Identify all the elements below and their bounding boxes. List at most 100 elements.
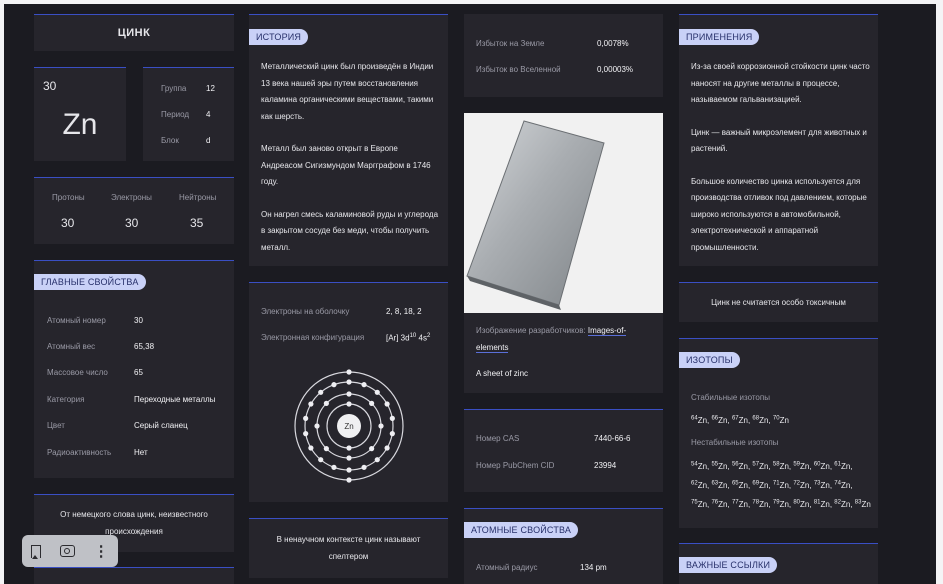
prop-label: Атомный номер (47, 316, 106, 325)
lens-icon[interactable] (59, 545, 75, 557)
position-card: Группа 12 Период 4 Блок d (143, 67, 234, 161)
config-label: Электронная конфигурация (261, 333, 365, 342)
electron-dot (346, 379, 352, 385)
electron-dot (389, 431, 395, 437)
electron-dot (323, 400, 329, 406)
atomic-radius-value: 134 pm (580, 563, 607, 572)
isotopes-card: ИЗОТОПЫ Стабильные изотопы 64Zn, 66Zn, 6… (679, 338, 878, 528)
uses-title: ПРИМЕНЕНИЯ (679, 29, 760, 45)
abundance-card: Избыток на Земле 0,0078% Избыток во Всел… (464, 14, 663, 97)
etymology-text: От немецкого слова цинк, неизвестного пр… (60, 510, 208, 536)
spelter-text: В ненаучном контексте цинк называют спел… (276, 535, 421, 561)
electron-dot (308, 401, 314, 407)
electron-dot (346, 455, 352, 461)
electron-dot (308, 445, 314, 451)
unstable-isotopes-list: 54Zn, 55Zn, 56Zn, 57Zn, 58Zn, 59Zn, 60Zn… (691, 456, 871, 513)
more-vertical-icon[interactable]: ⋮ (94, 544, 109, 559)
isotope: 55Zn, (711, 461, 732, 471)
isotope: 61Zn, (834, 461, 853, 471)
element-name-card: ЦИНК (34, 14, 234, 51)
electron-dot (389, 415, 395, 421)
electron-dot (369, 400, 375, 406)
prop-value: 65,38 (134, 342, 155, 351)
electron-dot (346, 477, 352, 483)
isotope: 71Zn, (772, 480, 794, 490)
bohr-model: Zn (294, 369, 404, 483)
isotope: 67Zn, (731, 415, 753, 425)
electron-dot (318, 457, 324, 463)
history-card: ИСТОРИЯ Металлический цинк был произведё… (249, 14, 448, 266)
electron-dot (303, 431, 309, 437)
pubchem-label: Номер PubChem CID (476, 461, 555, 470)
element-name: ЦИНК (117, 27, 151, 39)
stable-isotopes-list: 64Zn, 66Zn, 67Zn, 68Zn, 70Zn (691, 410, 871, 429)
prop-value: Нет (134, 448, 148, 457)
period-value: 4 (206, 110, 211, 119)
isotope: 64Zn, (691, 415, 712, 425)
particles-card: Протоны Электроны Нейтроны 30 30 35 (34, 177, 234, 244)
electron-dot (346, 391, 352, 397)
uses-paragraph: Большое количество цинка используется дл… (691, 176, 867, 252)
isotope: 65Zn, (731, 480, 753, 490)
isotope: 62Zn, (691, 480, 712, 490)
isotope: 81Zn, (813, 499, 835, 509)
isotope: 66Zn, (711, 415, 732, 425)
bookmark-icon[interactable] (31, 544, 42, 559)
earth-label: Избыток на Земле (476, 39, 545, 48)
electron-dot (374, 457, 380, 463)
electron-dot (346, 369, 352, 375)
isotope: 80Zn, (793, 499, 814, 509)
main-properties-card: ГЛАВНЫЕ СВОЙСТВА Атомный номер 30 Атомны… (34, 260, 234, 478)
toxicity-text: Цинк не считается особо токсичным (711, 298, 846, 307)
zinc-photo (464, 113, 663, 313)
shells-value: 2, 8, 18, 2 (386, 307, 422, 316)
electron-dot (361, 382, 367, 388)
electron-dot (369, 446, 375, 452)
isotope: 63Zn, (711, 480, 732, 490)
stable-isotopes-label: Стабильные изотопы (691, 393, 770, 402)
config-value: [Ar] 3d10 4s2 (386, 333, 431, 343)
image-credit: Изображение разработчиков: Images-of-ele… (476, 326, 627, 353)
isotope: 54Zn, (691, 461, 712, 471)
isotope: 68Zn, (752, 415, 773, 425)
electrons-value: 30 (125, 216, 139, 230)
isotope: 82Zn, (834, 499, 855, 509)
atomic-number: 30 (43, 79, 57, 93)
atomic-radius-label: Атомный радиус (476, 563, 538, 572)
electron-dot (314, 423, 320, 429)
uses-paragraph: Цинк — важный микроэлемент для животных … (691, 127, 867, 154)
right-edge (936, 0, 943, 584)
cas-value: 7440-66-6 (594, 434, 631, 443)
isotope: 59Zn, (793, 461, 814, 471)
electron-dot (378, 423, 384, 429)
prop-label: Массовое число (47, 368, 108, 377)
isotope: 58Zn, (772, 461, 794, 471)
image-caption: A sheet of zinc (476, 369, 529, 378)
electron-dot (346, 445, 352, 451)
isotope: 73Zn, (813, 480, 835, 490)
isotope: 78Zn, (752, 499, 773, 509)
history-paragraph: Металл был заново открыт в Европе Андреа… (261, 144, 431, 186)
isotopes-title: ИЗОТОПЫ (679, 352, 740, 368)
history-paragraph: Он нагрел смесь каламиновой руды и углер… (261, 209, 439, 252)
prop-value: Переходные металлы (134, 395, 216, 404)
group-value: 12 (206, 84, 215, 93)
uses-card: ПРИМЕНЕНИЯ Из-за своей коррозионной стой… (679, 14, 878, 266)
cas-label: Номер CAS (476, 434, 520, 443)
isotope: 72Zn, (793, 480, 814, 490)
uses-paragraph: Из-за своей коррозионной стойкости цинк … (691, 62, 870, 104)
electron-dot (374, 389, 380, 395)
left-edge (0, 0, 4, 584)
electron-dot (361, 464, 367, 470)
isotope: 57Zn, (752, 461, 773, 471)
electron-dot (384, 445, 390, 451)
spelter-card: В ненаучном контексте цинк называют спел… (249, 518, 448, 578)
neutrons-value: 35 (190, 216, 204, 230)
prop-label: Радиоактивность (47, 448, 112, 457)
electron-dot (346, 467, 352, 473)
prop-label: Цвет (47, 421, 65, 430)
prop-value: 30 (134, 316, 143, 325)
electron-dot (331, 382, 337, 388)
atomic-properties-card: АТОМНЫЕ СВОЙСТВА Атомный радиус 134 pm (464, 508, 663, 584)
main-properties-title: ГЛАВНЫЕ СВОЙСТВА (34, 274, 146, 290)
